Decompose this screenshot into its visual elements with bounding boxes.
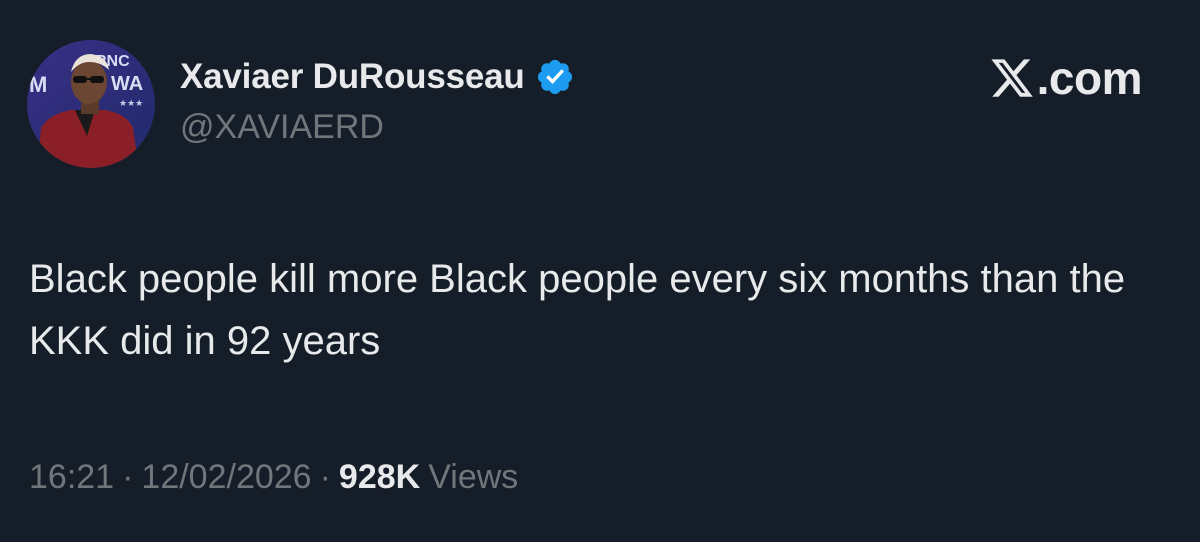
author-name-row[interactable]: Xaviaer DuRousseau (180, 55, 575, 99)
views-count[interactable]: 928K (339, 458, 420, 497)
avatar-backdrop-text-2: M (29, 72, 47, 97)
meta-separator: · (122, 458, 134, 496)
avatar-image: RNC M WA ★★★ (27, 40, 155, 168)
tweet-text: Black people kill more Black people ever… (29, 257, 1126, 363)
verified-badge-icon (535, 57, 575, 97)
brand-watermark: .com (989, 50, 1143, 106)
tweet-meta: 16:21 · 12/02/2026 · 928K Views (29, 458, 518, 497)
tweet-time[interactable]: 16:21 (29, 458, 114, 497)
x-logo-icon (989, 55, 1035, 101)
brand-text: .com (1036, 52, 1143, 104)
display-name[interactable]: Xaviaer DuRousseau (180, 57, 525, 97)
avatar-backdrop-text-3: WA (111, 73, 143, 95)
views-label: Views (428, 458, 519, 496)
meta-separator: · (319, 458, 331, 496)
user-handle[interactable]: @XAVIAERD (180, 108, 384, 147)
avatar[interactable]: RNC M WA ★★★ (27, 40, 155, 168)
tweet-card: RNC M WA ★★★ Xaviaer DuRousseau @XAVIAER… (0, 0, 1200, 542)
avatar-backdrop-text-4: ★★★ (119, 99, 143, 109)
tweet-date[interactable]: 12/02/2026 (141, 458, 311, 497)
